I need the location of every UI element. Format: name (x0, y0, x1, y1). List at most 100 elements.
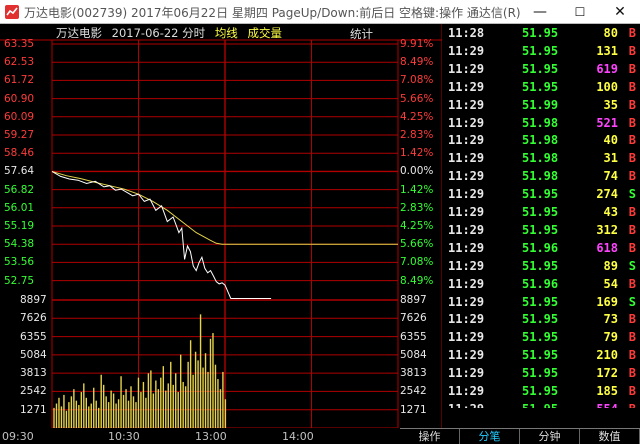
tick-volume: 172 (596, 366, 618, 381)
stat-button[interactable]: 统计 (350, 26, 373, 42)
tick-time: 11:29 (448, 133, 485, 148)
tick-row[interactable]: 11:29 51.95 274 S (444, 187, 640, 205)
intraday-chart[interactable] (0, 24, 442, 428)
tab-3[interactable]: 数值 (580, 429, 640, 444)
tick-row[interactable]: 11:29 51.98 31 B (444, 151, 640, 169)
tick-volume: 89 (603, 258, 618, 273)
tick-time: 11:29 (448, 43, 485, 58)
tick-volume: 521 (596, 115, 618, 130)
tick-time: 11:29 (448, 348, 485, 363)
tick-time: 11:29 (448, 312, 485, 327)
tick-volume: 35 (603, 97, 618, 112)
tick-price: 51.95 (522, 330, 559, 345)
price-tick-label: 62.53 (4, 56, 35, 69)
volume-tick-label: 5084 (400, 348, 427, 361)
tick-volume: 312 (596, 222, 618, 237)
tick-row[interactable]: 11:29 51.95 210 B (444, 348, 640, 366)
price-tick-label: 63.35 (4, 38, 35, 50)
time-tick-label: 14:00 (282, 430, 314, 443)
tick-row[interactable]: 11:28 51.95 80 B (444, 26, 640, 44)
tick-direction: B (628, 348, 636, 363)
minimize-button[interactable]: — (520, 0, 560, 24)
tick-volume: 79 (603, 330, 618, 345)
maximize-button[interactable]: ☐ (560, 0, 600, 24)
window-title: 万达电影(002739) 2017年06月22日 星期四 PageUp/Down… (24, 6, 521, 20)
price-tick-label: 61.72 (4, 74, 35, 87)
tick-direction: B (628, 312, 636, 327)
price-tick-label: 57.64 (4, 165, 35, 178)
tick-price: 51.98 (522, 115, 559, 130)
price-tick-label: 53.56 (4, 256, 35, 269)
tick-volume: 619 (596, 61, 618, 76)
price-tick-label: 60.09 (4, 110, 35, 123)
tick-direction: B (628, 97, 636, 112)
pct-tick-label: 4.25% (400, 110, 434, 123)
tick-list[interactable]: 11:28 51.95 80 B 11:29 51.95 131 B 11:29 51.95 619… (444, 24, 640, 408)
tick-volume: 618 (596, 240, 618, 255)
pct-tick-label: 2.83% (400, 129, 434, 141)
tick-direction: S (628, 187, 636, 202)
tick-direction: S (628, 258, 636, 273)
tick-volume: 210 (596, 348, 618, 363)
pct-tick-label: 5.66% (400, 92, 434, 105)
tick-row[interactable]: 11:29 51.95 554 B (444, 402, 640, 408)
tick-price: 51.95 (522, 79, 559, 94)
price-line (51, 171, 272, 299)
chart-date-mode: 2017-06-22 分时 (111, 26, 206, 40)
tick-row[interactable]: 11:29 51.98 74 B (444, 169, 640, 187)
tick-row[interactable]: 11:29 51.95 172 B (444, 366, 640, 384)
close-button[interactable]: ✕ (600, 0, 640, 24)
tick-row[interactable]: 11:29 51.95 185 B (444, 384, 640, 402)
tick-direction: B (628, 222, 636, 237)
volume-tick-label: 6355 (20, 330, 47, 343)
tick-time: 11:29 (448, 276, 485, 291)
volume-tick-label: 3813 (20, 367, 47, 380)
tick-row[interactable]: 11:29 51.96 618 B (444, 241, 640, 259)
tick-direction: B (628, 26, 636, 40)
tick-row[interactable]: 11:29 51.95 79 B (444, 330, 640, 348)
tab-0[interactable]: 操作 (400, 429, 460, 444)
tick-row[interactable]: 11:29 51.95 312 B (444, 223, 640, 241)
tick-direction: B (628, 330, 636, 345)
tick-row[interactable]: 11:29 51.96 54 B (444, 277, 640, 295)
tick-time: 11:29 (448, 258, 485, 273)
price-tick-label: 55.19 (4, 220, 35, 232)
tick-row[interactable]: 11:29 51.95 131 B (444, 44, 640, 62)
tick-volume: 74 (603, 169, 618, 184)
tick-row[interactable]: 11:29 51.95 73 B (444, 312, 640, 330)
tick-time: 11:29 (448, 115, 485, 130)
pct-tick-label: 1.42% (400, 183, 434, 196)
tick-row[interactable]: 11:29 51.98 40 B (444, 133, 640, 151)
tick-time: 11:29 (448, 384, 485, 398)
price-tick-label: 56.82 (4, 183, 35, 196)
tick-row[interactable]: 11:29 51.95 619 B (444, 62, 640, 80)
tab-2[interactable]: 分钟 (520, 429, 580, 444)
volume-tick-label: 3813 (400, 367, 427, 380)
app-logo-icon (5, 5, 19, 19)
tick-time: 11:29 (448, 366, 485, 381)
tick-row[interactable]: 11:29 51.99 35 B (444, 98, 640, 116)
tick-row[interactable]: 11:29 51.98 521 B (444, 116, 640, 134)
price-tick-label: 59.27 (4, 129, 35, 141)
volume-tick-label: 7626 (20, 312, 47, 325)
tick-row[interactable]: 11:29 51.95 169 S (444, 295, 640, 313)
title-bar: 万达电影(002739) 2017年06月22日 星期四 PageUp/Down… (0, 0, 640, 24)
tick-price: 51.98 (522, 133, 559, 148)
volume-tick-label: 1271 (20, 403, 47, 416)
tick-price: 51.98 (522, 151, 559, 166)
tick-price: 51.96 (522, 276, 559, 291)
time-tick-label: 13:00 (195, 430, 227, 443)
tick-row[interactable]: 11:29 51.95 43 B (444, 205, 640, 223)
tick-time: 11:29 (448, 61, 485, 76)
tick-row[interactable]: 11:29 51.95 89 S (444, 259, 640, 277)
tick-row[interactable]: 11:29 51.95 100 B (444, 80, 640, 98)
volume-tick-label: 8897 (400, 294, 427, 306)
tick-price: 51.95 (522, 26, 559, 40)
tick-price: 51.95 (522, 312, 559, 327)
tick-direction: S (628, 294, 636, 309)
tick-price: 51.95 (522, 384, 559, 398)
tick-volume: 40 (603, 133, 618, 148)
tick-direction: B (628, 133, 636, 148)
tab-1[interactable]: 分笔 (460, 429, 520, 444)
tick-direction: B (628, 61, 636, 76)
